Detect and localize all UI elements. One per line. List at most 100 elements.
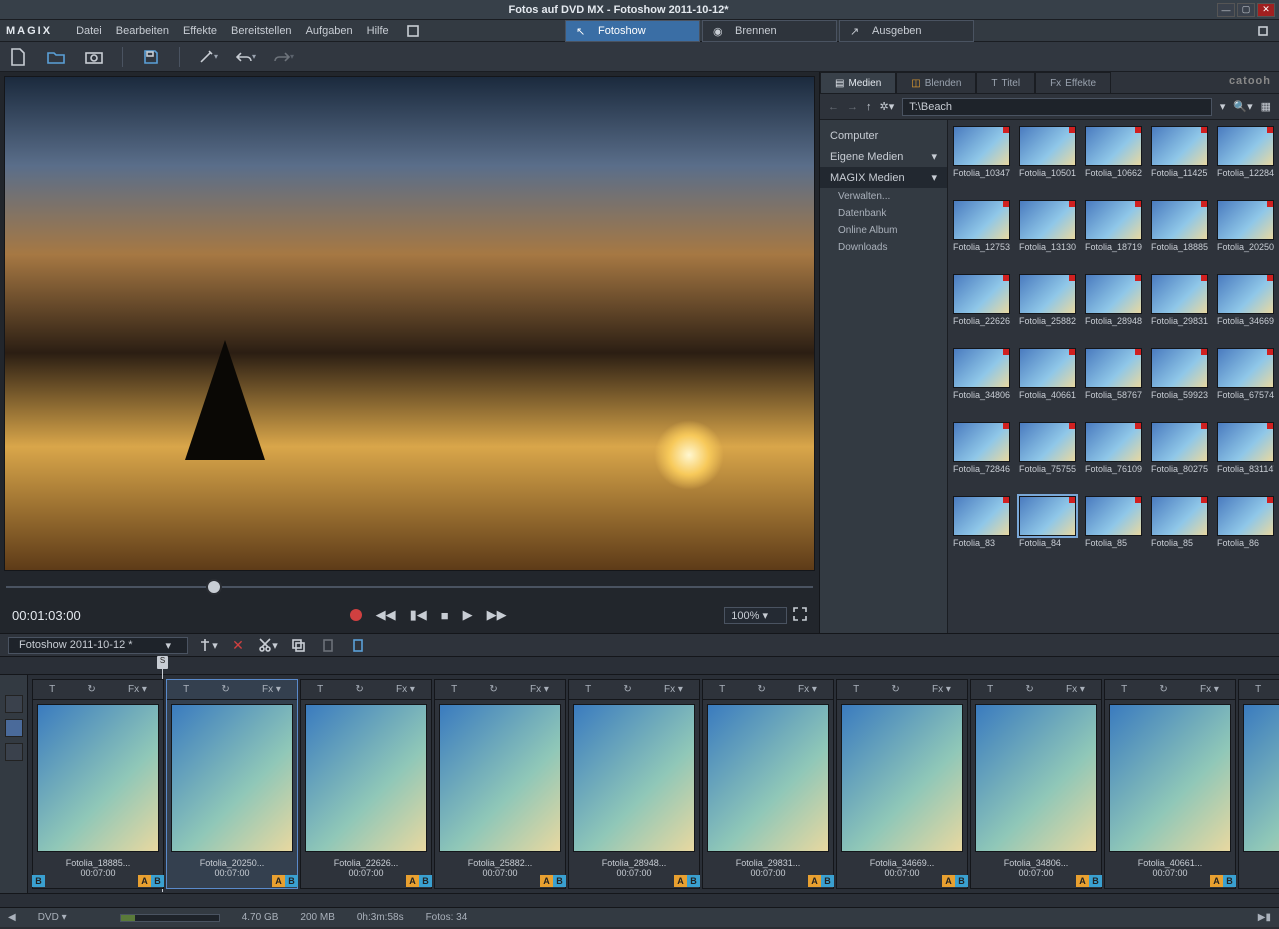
mode-brennen[interactable]: ◉Brennen (702, 20, 837, 42)
fullscreen-button[interactable] (793, 607, 807, 624)
media-thumb[interactable]: Fotolia_83 (953, 496, 1010, 560)
b-marker[interactable]: B (419, 875, 432, 887)
zoom-select[interactable]: 100% ▾ (724, 607, 787, 624)
media-thumb[interactable]: Fotolia_6757451_S... (1217, 348, 1274, 412)
a-marker[interactable]: A (272, 875, 285, 887)
timeline-clip[interactable]: T↻Fx ▾Fotolia_34806...00:07:00AB (970, 679, 1102, 889)
nav-options-button[interactable]: ✲▾ (880, 100, 895, 113)
clip-fx-button[interactable]: Fx ▾ (1200, 684, 1219, 695)
media-thumb[interactable]: Fotolia_728466_Su... (953, 422, 1010, 486)
tree-verwalten[interactable]: Verwalten... (820, 188, 947, 205)
preview-image[interactable] (4, 76, 815, 571)
clip-title-button[interactable]: T (49, 684, 55, 695)
tab-medien[interactable]: ▤Medien (820, 72, 896, 93)
media-thumb[interactable]: Fotolia_8027566_S... (1151, 422, 1208, 486)
clip-fx-button[interactable]: Fx ▾ (128, 684, 147, 695)
undo-button[interactable]: ▾ (236, 47, 256, 67)
scroll-left-button[interactable]: ◀ (8, 912, 16, 923)
tree-datenbank[interactable]: Datenbank (820, 205, 947, 222)
open-folder-button[interactable] (46, 47, 66, 67)
media-thumb[interactable]: Fotolia_131308_Su... (1019, 200, 1076, 264)
media-thumb[interactable]: Fotolia_85 (1151, 496, 1208, 560)
minimize-button[interactable]: — (1217, 3, 1235, 17)
split-button[interactable]: ▾ (198, 637, 218, 653)
scrub-handle[interactable] (206, 579, 222, 595)
tree-online-album[interactable]: Online Album (820, 222, 947, 239)
timeline-clip[interactable]: T↻Fx ▾Fotolia_28948...00:07:00AB (568, 679, 700, 889)
timeline-ruler[interactable] (0, 657, 1279, 675)
clip-fx-button[interactable]: Fx ▾ (530, 684, 549, 695)
clip-rotate-button[interactable]: ↻ (623, 684, 631, 695)
catooh-logo[interactable]: catooh (1221, 72, 1279, 93)
tree-downloads[interactable]: Downloads (820, 239, 947, 256)
nav-up-button[interactable]: ↑ (866, 101, 872, 113)
view-timeline-button[interactable] (5, 743, 23, 761)
record-button[interactable] (350, 609, 362, 621)
close-button[interactable]: ✕ (1257, 3, 1275, 17)
a-marker[interactable]: A (674, 875, 687, 887)
help-icon[interactable] (403, 21, 423, 41)
clip-rotate-button[interactable]: ↻ (87, 684, 95, 695)
settings-icon[interactable] (1253, 21, 1273, 41)
view-grid-button[interactable] (5, 695, 23, 713)
path-input[interactable] (902, 98, 1212, 116)
clip-title-button[interactable]: T (451, 684, 457, 695)
play-button[interactable]: ▶ (463, 607, 473, 623)
clip-fx-button[interactable]: Fx ▾ (664, 684, 683, 695)
a-marker[interactable]: A (1210, 875, 1223, 887)
media-thumb[interactable]: Fotolia_2262617_S... (953, 274, 1010, 338)
clip-title-button[interactable]: T (719, 684, 725, 695)
media-thumb[interactable]: Fotolia_188853_Su... (1151, 200, 1208, 264)
clip-rotate-button[interactable]: ↻ (355, 684, 363, 695)
tree-magix-medien[interactable]: MAGIX Medien▾ (820, 167, 947, 188)
tree-computer[interactable]: Computer (820, 126, 947, 146)
nav-back-button[interactable]: ← (828, 101, 839, 113)
timeline-clip[interactable]: T↻Fx ▾Fotolia_34669...00:07:00AB (836, 679, 968, 889)
clip-title-button[interactable]: T (317, 684, 323, 695)
media-thumb[interactable]: Fotolia_2894841_S... (1085, 274, 1142, 338)
timeline-clip[interactable]: T↻Fx ▾F...AB (1238, 679, 1279, 889)
timeline-clip[interactable]: T↻Fx ▾Fotolia_29831...00:07:00AB (702, 679, 834, 889)
clip-rotate-button[interactable]: ↻ (489, 684, 497, 695)
tab-blenden[interactable]: ◫Blenden (896, 72, 976, 93)
new-file-button[interactable] (8, 47, 28, 67)
tree-eigene-medien[interactable]: Eigene Medien▾ (820, 146, 947, 167)
media-thumb[interactable]: Fotolia_86 (1217, 496, 1274, 560)
clip-rotate-button[interactable]: ↻ (1025, 684, 1033, 695)
save-button[interactable] (141, 47, 161, 67)
menu-effekte[interactable]: Effekte (183, 25, 217, 37)
media-thumb[interactable]: Fotolia_2588242_S... (1019, 274, 1076, 338)
paste-button[interactable] (318, 637, 338, 653)
media-thumb[interactable]: Fotolia_10501094_... (1019, 126, 1076, 190)
clip-rotate-button[interactable]: ↻ (891, 684, 899, 695)
media-thumb[interactable]: Fotolia_85 (1085, 496, 1142, 560)
timeline-clip[interactable]: T↻Fx ▾Fotolia_25882...00:07:00AB (434, 679, 566, 889)
media-thumb[interactable]: Fotolia_84 (1019, 496, 1076, 560)
media-thumb[interactable]: Fotolia_3466977_S... (1217, 274, 1274, 338)
media-thumb[interactable]: Fotolia_5992334_S... (1151, 348, 1208, 412)
search-button[interactable]: 🔍▾ (1233, 100, 1252, 113)
prev-frame-button[interactable]: ▮◀ (410, 607, 427, 623)
maximize-button[interactable]: ▢ (1237, 3, 1255, 17)
media-thumb[interactable]: Fotolia_7610977_S... (1085, 422, 1142, 486)
b-marker[interactable]: B (821, 875, 834, 887)
b-marker[interactable]: B (553, 875, 566, 887)
a-marker[interactable]: A (942, 875, 955, 887)
delete-button[interactable]: ✕ (228, 637, 248, 653)
media-thumb[interactable]: Fotolia_7575541_S... (1019, 422, 1076, 486)
redo-button[interactable]: ▾ (274, 47, 294, 67)
import-camera-button[interactable] (84, 47, 104, 67)
nav-fwd-button[interactable]: → (847, 101, 858, 113)
tab-effekte[interactable]: FxEffekte (1035, 72, 1111, 93)
media-thumb[interactable]: Fotolia_12753865_... (953, 200, 1010, 264)
media-thumb[interactable]: Fotolia_1871927_S... (1085, 200, 1142, 264)
wizard-button[interactable]: ▾ (198, 47, 218, 67)
a-marker[interactable]: A (540, 875, 553, 887)
menu-aufgaben[interactable]: Aufgaben (306, 25, 353, 37)
media-thumb[interactable]: Fotolia_5876795_S... (1085, 348, 1142, 412)
media-thumb[interactable]: Fotolia_4066195_S... (1019, 348, 1076, 412)
menu-bereitstellen[interactable]: Bereitstellen (231, 25, 292, 37)
clip-title-button[interactable]: T (585, 684, 591, 695)
clip-fx-button[interactable]: Fx ▾ (932, 684, 951, 695)
b-marker[interactable]: B (151, 875, 164, 887)
